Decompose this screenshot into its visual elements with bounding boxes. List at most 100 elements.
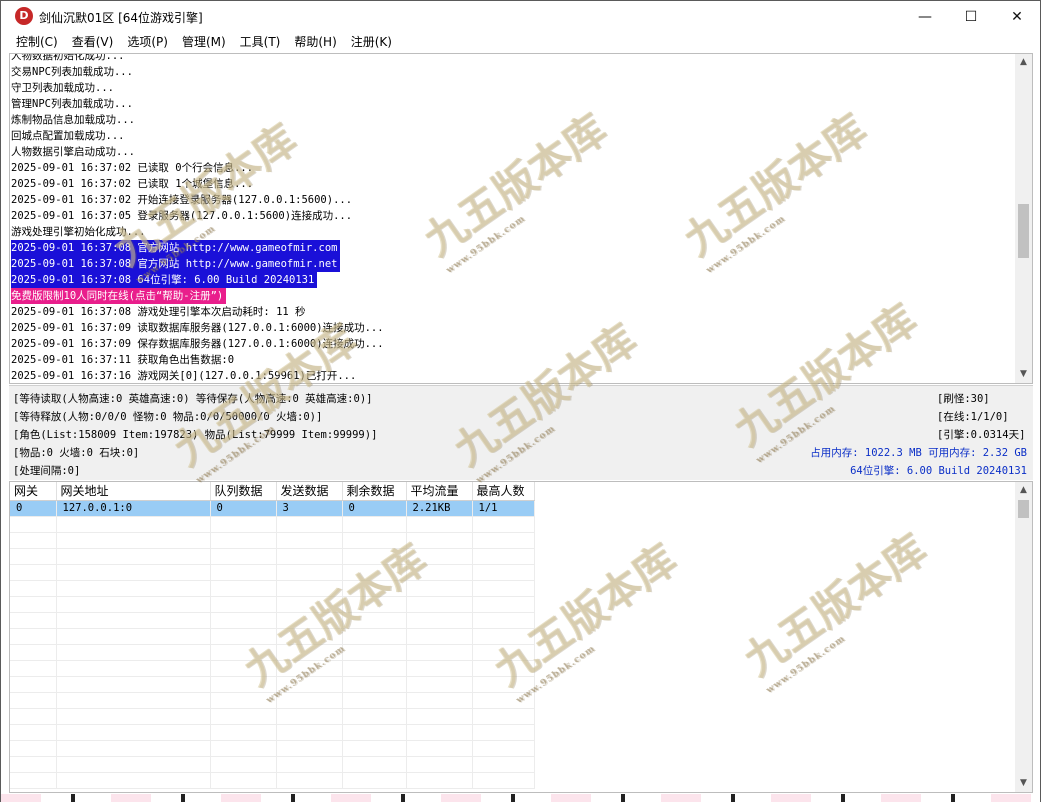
empty-row	[10, 756, 535, 773]
empty-cell	[276, 644, 343, 661]
column-header[interactable]: 网关地址	[56, 482, 211, 501]
status-engine-version: 64位引擎: 6.00 Build 20240131	[850, 465, 1027, 477]
log-panel[interactable]: 人物数据初始化成功... 交易NPC列表加载成功... 守卫列表加载成功... 管理N…	[9, 53, 1033, 384]
empty-cell	[210, 676, 277, 693]
table-cell: 0	[10, 500, 57, 517]
empty-cell	[276, 660, 343, 677]
gateway-table[interactable]: 网关 网关地址 队列数据 发送数据 剩余数据 平均流量 最高人数 0 127.0.0.1:0 0…	[10, 482, 535, 789]
maximize-button[interactable]: ☐	[948, 1, 994, 32]
column-header[interactable]: 最高人数	[472, 482, 535, 501]
grid-scrollbar[interactable]: ▲ ▼	[1015, 482, 1032, 792]
empty-row	[10, 708, 535, 725]
empty-cell	[10, 596, 57, 613]
empty-cell	[406, 596, 473, 613]
empty-cell	[56, 644, 211, 661]
log-line: 游戏处理引擎初始化成功...	[11, 226, 146, 238]
column-header[interactable]: 队列数据	[210, 482, 277, 501]
empty-row	[10, 692, 535, 709]
empty-cell	[10, 772, 57, 789]
column-header[interactable]: 平均流量	[406, 482, 473, 501]
empty-cell	[56, 676, 211, 693]
menu-manage[interactable]: 管理(M)	[175, 32, 233, 52]
empty-cell	[210, 708, 277, 725]
empty-cell	[472, 676, 535, 693]
empty-cell	[472, 516, 535, 533]
empty-cell	[210, 756, 277, 773]
empty-cell	[472, 532, 535, 549]
empty-cell	[10, 740, 57, 757]
empty-cell	[342, 644, 407, 661]
empty-cell	[276, 772, 343, 789]
grid-scroll-up-icon[interactable]: ▲	[1015, 482, 1032, 499]
log-line: 守卫列表加载成功...	[11, 82, 114, 94]
grid-scroll-thumb[interactable]	[1018, 500, 1029, 518]
empty-cell	[276, 756, 343, 773]
empty-cell	[472, 628, 535, 645]
empty-cell	[210, 644, 277, 661]
scroll-thumb[interactable]	[1018, 204, 1029, 258]
empty-row	[10, 772, 535, 789]
empty-cell	[276, 596, 343, 613]
column-header[interactable]: 发送数据	[276, 482, 343, 501]
menu-bar: 控制(C) 查看(V) 选项(P) 管理(M) 工具(T) 帮助(H) 注册(K…	[1, 32, 1040, 52]
empty-cell	[472, 660, 535, 677]
close-button[interactable]: ✕	[994, 1, 1040, 32]
scroll-up-icon[interactable]: ▲	[1015, 54, 1032, 71]
menu-tools[interactable]: 工具(T)	[233, 32, 288, 52]
column-header[interactable]: 剩余数据	[342, 482, 407, 501]
empty-cell	[406, 516, 473, 533]
empty-cell	[56, 740, 211, 757]
empty-cell	[342, 532, 407, 549]
menu-view[interactable]: 查看(V)	[65, 32, 121, 52]
empty-cell	[276, 580, 343, 597]
app-icon[interactable]: D	[15, 7, 33, 25]
grid-scroll-down-icon[interactable]: ▼	[1015, 775, 1032, 792]
window-title: 剑仙沉默01区 [64位游戏引擎]	[39, 11, 203, 25]
log-line: 2025-09-01 16:37:08 官方网站 http://www.game…	[11, 240, 384, 256]
empty-cell	[210, 740, 277, 757]
table-cell: 127.0.0.1:0	[56, 500, 211, 517]
status-refresh-monsters: [刷怪:30]	[937, 393, 990, 405]
empty-cell	[56, 692, 211, 709]
menu-register[interactable]: 注册(K)	[344, 32, 399, 52]
empty-cell	[472, 756, 535, 773]
empty-cell	[342, 708, 407, 725]
table-cell: 0	[342, 500, 407, 517]
empty-cell	[472, 692, 535, 709]
minimize-button[interactable]: —	[902, 1, 948, 32]
scroll-down-icon[interactable]: ▼	[1015, 366, 1032, 383]
log-line: 2025-09-01 16:37:08 官方网站 http://www.game…	[11, 256, 384, 272]
empty-cell	[406, 692, 473, 709]
table-cell: 1/1	[472, 500, 535, 517]
log-line: 2025-09-01 16:37:08 64位引擎: 6.00 Build 20…	[11, 272, 384, 288]
empty-cell	[210, 516, 277, 533]
empty-cell	[342, 612, 407, 629]
log-list: 人物数据初始化成功... 交易NPC列表加载成功... 守卫列表加载成功... 管理N…	[11, 54, 384, 383]
status-memory: 占用内存: 1022.3 MB 可用内存: 2.32 GB	[810, 447, 1027, 459]
empty-cell	[210, 596, 277, 613]
empty-row	[10, 740, 535, 757]
empty-row	[10, 580, 535, 597]
gateway-grid-panel[interactable]: 网关 网关地址 队列数据 发送数据 剩余数据 平均流量 最高人数 0 127.0.0.1:0 0…	[9, 481, 1033, 793]
empty-cell	[276, 516, 343, 533]
menu-options[interactable]: 选项(P)	[120, 32, 175, 52]
empty-cell	[56, 564, 211, 581]
menu-control[interactable]: 控制(C)	[9, 32, 65, 52]
empty-row	[10, 596, 535, 613]
log-line: 2025-09-01 16:37:09 读取数据库服务器(127.0.0.1:6…	[11, 322, 384, 334]
empty-cell	[10, 564, 57, 581]
empty-cell	[342, 772, 407, 789]
log-line: 2025-09-01 16:37:11 获取角色出售数据:0	[11, 354, 235, 366]
status-engine-time: [引擎:0.0314天]	[937, 429, 1026, 441]
empty-cell	[56, 772, 211, 789]
empty-cell	[10, 660, 57, 677]
empty-cell	[276, 740, 343, 757]
log-scrollbar[interactable]: ▲ ▼	[1015, 54, 1032, 383]
empty-cell	[276, 564, 343, 581]
empty-row	[10, 564, 535, 581]
empty-cell	[406, 676, 473, 693]
menu-help[interactable]: 帮助(H)	[287, 32, 343, 52]
log-line: 2025-09-01 16:37:05 登录服务器(127.0.0.1:5600…	[11, 210, 353, 222]
table-row[interactable]: 0 127.0.0.1:0 0 3 0 2.21KB 1/1	[10, 500, 535, 517]
column-header[interactable]: 网关	[10, 482, 57, 501]
